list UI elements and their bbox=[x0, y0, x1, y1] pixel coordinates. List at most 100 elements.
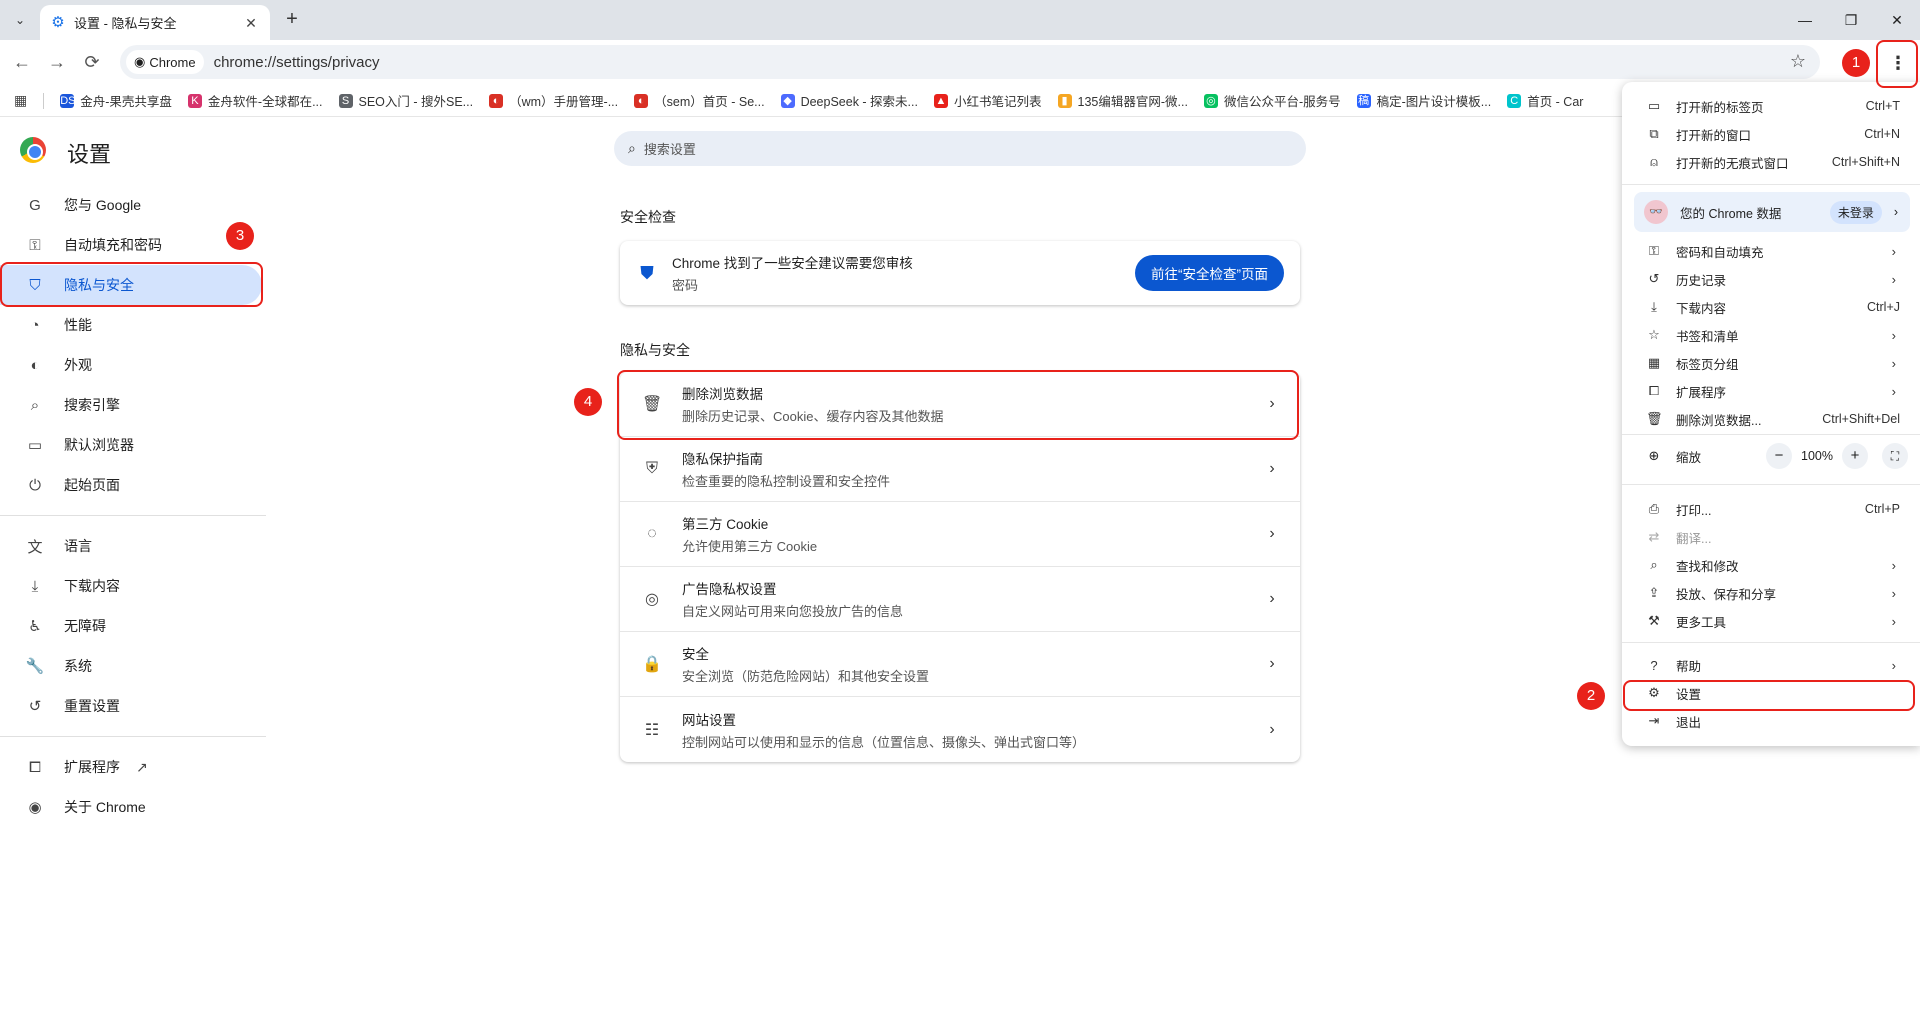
window-close-button[interactable]: ✕ bbox=[1882, 8, 1912, 32]
go-to-safety-check-button[interactable]: 前往“安全检查”页面 bbox=[1135, 255, 1284, 291]
menu-item-extensions[interactable]: ⧠ 扩展程序 › bbox=[1622, 377, 1920, 405]
sidebar-item-search-engine[interactable]: ⌕ 搜索引擎 bbox=[0, 385, 266, 425]
shortcut-label: Ctrl+N bbox=[1864, 127, 1900, 141]
sidebar-item-reset[interactable]: ↺ 重置设置 bbox=[0, 686, 266, 726]
menu-item-exit[interactable]: ⇥ 退出 bbox=[1622, 707, 1920, 735]
bookmark-item[interactable]: S SEO入门 - 搜外SE... bbox=[338, 91, 473, 110]
safety-check-card: ⛊ Chrome 找到了一些安全建议需要您审核 密码 前往“安全检查”页面 bbox=[620, 241, 1300, 305]
bookmark-favicon-icon: S bbox=[338, 93, 353, 108]
sidebar-item-accessibility[interactable]: ♿ 无障碍 bbox=[0, 606, 266, 646]
menu-item-cast-save-share[interactable]: ⇪ 投放、保存和分享 › bbox=[1622, 579, 1920, 607]
bookmark-item[interactable]: ◐ （sem）首页 - Se... bbox=[634, 91, 765, 110]
avatar: 👓 bbox=[1644, 200, 1668, 224]
zoom-value: 100% bbox=[1801, 449, 1833, 463]
chrome-menu: 👓 您的 Chrome 数据 未登录 › ⊕ 缩放 − 100% + ⛶ ▭ 打开… bbox=[1622, 82, 1920, 746]
tab-search-dropdown-icon[interactable]: ⌄ bbox=[8, 8, 32, 32]
menu-item-history[interactable]: ↺ 历史记录 › bbox=[1622, 265, 1920, 293]
bookmark-item[interactable]: ▮ 135编辑器官网-微... bbox=[1057, 91, 1188, 110]
toolbar: ← → ⟳ ◉ Chrome chrome://settings/privacy… bbox=[0, 40, 1920, 85]
sidebar-item-label: 无障碍 bbox=[64, 618, 106, 634]
safety-check-heading: 安全检查 bbox=[620, 209, 676, 225]
restore-button[interactable]: ❐ bbox=[1836, 8, 1866, 32]
fullscreen-icon[interactable]: ⛶ bbox=[1882, 443, 1908, 469]
menu-item-new-incognito[interactable]: ⍝ 打开新的无痕式窗口 Ctrl+Shift+N bbox=[1622, 148, 1920, 176]
sidebar-item-label: 您与 Google bbox=[64, 197, 142, 213]
url-text[interactable]: chrome://settings/privacy bbox=[214, 54, 380, 71]
menu-item-new-tab[interactable]: ▭ 打开新的标签页 Ctrl+T bbox=[1622, 92, 1920, 120]
menu-item-clear-data[interactable]: 🗑 删除浏览数据... Ctrl+Shift+Del bbox=[1622, 405, 1920, 433]
menu-item-new-window[interactable]: ⧉ 打开新的窗口 Ctrl+N bbox=[1622, 120, 1920, 148]
close-tab-icon[interactable]: ✕ bbox=[242, 14, 260, 32]
sidebar-item-label: 重置设置 bbox=[64, 698, 120, 714]
bookmark-item[interactable]: ◆ DeepSeek - 探索未... bbox=[780, 91, 918, 110]
bookmark-item[interactable]: K 金舟软件-全球都在... bbox=[187, 91, 323, 110]
bookmark-favicon-icon: ◎ bbox=[1203, 93, 1218, 108]
menu-item-print[interactable]: ⎙ 打印... Ctrl+P bbox=[1622, 495, 1920, 523]
sidebar-item-appearance[interactable]: ◐ 外观 bbox=[0, 345, 266, 385]
bookmark-item[interactable]: ◐ （wm）手册管理-... bbox=[489, 91, 618, 110]
bookmark-item[interactable]: ▲ 小红书笔记列表 bbox=[933, 91, 1042, 110]
bookmarks-icon: ☆ bbox=[1648, 327, 1660, 342]
apps-grid-icon[interactable]: ▦ bbox=[14, 92, 27, 109]
privacy-row-security[interactable]: 🔒 安全 安全浏览（防范危险网站）和其他安全设置 › bbox=[620, 632, 1300, 697]
sidebar-item-extensions[interactable]: ⧠ 扩展程序 ↗ bbox=[0, 747, 266, 787]
sidebar-item-performance[interactable]: ◔ 性能 bbox=[0, 305, 266, 345]
menu-item-label: 打开新的窗口 bbox=[1676, 128, 1752, 143]
back-button[interactable]: ← bbox=[10, 50, 34, 74]
new-tab-button[interactable]: + bbox=[280, 8, 304, 32]
menu-profile-row[interactable]: 👓 您的 Chrome 数据 未登录 › bbox=[1634, 192, 1910, 232]
site-settings-icon: ☷ bbox=[644, 721, 660, 739]
bookmark-favicon-icon: ◐ bbox=[489, 93, 504, 108]
bookmark-item[interactable]: ◎ 微信公众平台-服务号 bbox=[1203, 91, 1341, 110]
bookmark-item[interactable]: 稿稿定-图片设计模板... bbox=[1356, 91, 1491, 110]
reload-button[interactable]: ⟳ bbox=[80, 50, 104, 74]
privacy-row-site-settings[interactable]: ☷ 网站设置 控制网站可以使用和显示的信息（位置信息、摄像头、弹出式窗口等） › bbox=[620, 697, 1300, 762]
search-input[interactable]: ⌕ 搜索设置 bbox=[614, 131, 1306, 166]
menu-item-help[interactable]: ? 帮助 › bbox=[1622, 651, 1920, 679]
privacy-row-ad-privacy[interactable]: ◎ 广告隐私权设置 自定义网站可用来向您投放广告的信息 › bbox=[620, 567, 1300, 632]
menu-item-more-tools[interactable]: ⚒ 更多工具 › bbox=[1622, 607, 1920, 635]
sidebar-item-on-startup[interactable]: ⏻ 起始页面 bbox=[0, 465, 266, 505]
tab-settings[interactable]: ⚙ 设置 - 隐私与安全 ✕ bbox=[40, 5, 270, 40]
menu-item-bookmarks[interactable]: ☆ 书签和清单 › bbox=[1622, 321, 1920, 349]
zoom-out-button[interactable]: − bbox=[1766, 443, 1792, 469]
address-bar[interactable]: ◉ Chrome chrome://settings/privacy ☆ bbox=[120, 45, 1820, 79]
menu-item-passwords[interactable]: ⚿ 密码和自动填充 › bbox=[1622, 237, 1920, 265]
bookmark-star-icon[interactable]: ☆ bbox=[1790, 51, 1806, 72]
sidebar-item-google[interactable]: G 您与 Google bbox=[0, 185, 266, 225]
sidebar-item-downloads[interactable]: ⤓ 下载内容 bbox=[0, 566, 266, 606]
minimize-button[interactable]: — bbox=[1790, 8, 1820, 32]
system-icon: 🔧 bbox=[25, 658, 45, 675]
bookmark-item[interactable]: DSK 金舟-果壳共享盘 bbox=[60, 91, 172, 110]
site-info-chip[interactable]: ◉ Chrome bbox=[126, 50, 204, 74]
sidebar-item-about[interactable]: ◉ 关于 Chrome bbox=[0, 787, 266, 827]
menu-item-tab-groups[interactable]: ▦ 标签页分组 › bbox=[1622, 349, 1920, 377]
sidebar-item-default-browser[interactable]: ▭ 默认浏览器 bbox=[0, 425, 266, 465]
menu-item-downloads[interactable]: ⤓ 下载内容 Ctrl+J bbox=[1622, 293, 1920, 321]
privacy-row-title: 隐私保护指南 bbox=[682, 452, 763, 467]
forward-button[interactable]: → bbox=[45, 50, 69, 74]
zoom-in-button[interactable]: + bbox=[1842, 443, 1868, 469]
privacy-row-privacy-guide[interactable]: ⛨ 隐私保护指南 检查重要的隐私控制设置和安全控件 › bbox=[620, 437, 1300, 502]
shortcut-label: Ctrl+Shift+Del bbox=[1822, 412, 1900, 426]
sidebar-item-system[interactable]: 🔧 系统 bbox=[0, 646, 266, 686]
bookmark-item[interactable]: C 首页 - Car bbox=[1507, 91, 1583, 110]
privacy-row-text: 网站设置 控制网站可以使用和显示的信息（位置信息、摄像头、弹出式窗口等） bbox=[682, 709, 1262, 751]
translate-icon: ⇄ bbox=[1648, 529, 1660, 544]
menu-item-find-edit[interactable]: ⌕ 查找和修改 › bbox=[1622, 551, 1920, 579]
sidebar-item-languages[interactable]: 文 语言 bbox=[0, 526, 266, 566]
sidebar-item-label: 默认浏览器 bbox=[64, 437, 134, 453]
privacy-row-title: 安全 bbox=[682, 647, 709, 662]
menu-item-label: 打印... bbox=[1676, 503, 1712, 518]
privacy-row-third-party-cookies[interactable]: ◌ 第三方 Cookie 允许使用第三方 Cookie › bbox=[620, 502, 1300, 567]
privacy-row-sub: 自定义网站可用来向您投放广告的信息 bbox=[682, 604, 904, 619]
tab-strip: ⌄ ⚙ 设置 - 隐私与安全 ✕ + — ❐ ✕ bbox=[0, 0, 1920, 40]
ad-privacy-icon: ◎ bbox=[645, 591, 659, 608]
new-window-icon: ⧉ bbox=[1649, 126, 1659, 141]
sidebar-item-label: 起始页面 bbox=[64, 477, 120, 493]
bookmark-label: 小红书笔记列表 bbox=[953, 95, 1042, 109]
cast-save-share-icon: ⇪ bbox=[1648, 585, 1660, 600]
chevron-right-icon: › bbox=[1893, 205, 1898, 219]
menu-item-translate[interactable]: ⇄ 翻译... bbox=[1622, 523, 1920, 551]
chevron-right-icon: › bbox=[1269, 525, 1275, 542]
